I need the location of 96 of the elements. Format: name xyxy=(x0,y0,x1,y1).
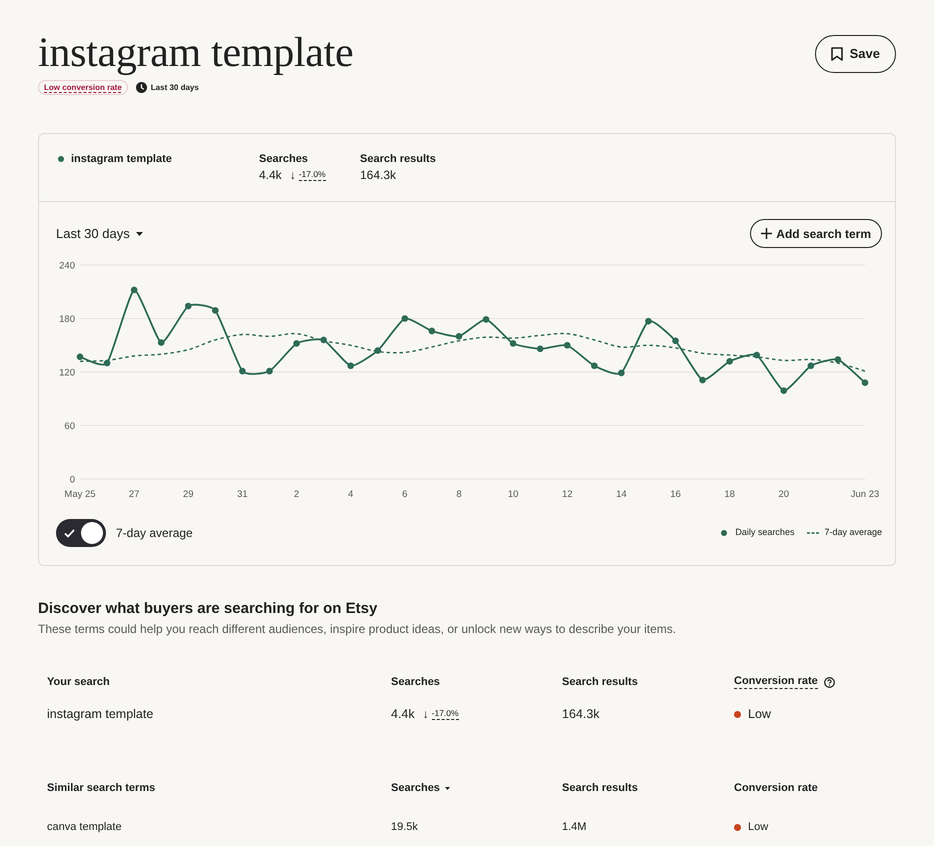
plus-icon xyxy=(761,228,772,239)
term-name: instagram template xyxy=(71,152,172,166)
data-point xyxy=(130,286,138,294)
conversion-badge[interactable]: Low conversion rate xyxy=(38,80,128,95)
data-point xyxy=(536,346,544,352)
x-axis-label: 10 xyxy=(508,489,518,500)
x-axis-label: 31 xyxy=(237,489,248,500)
sort-header[interactable]: Searches xyxy=(391,780,562,796)
column-header: Similar search terms xyxy=(47,780,156,796)
data-point xyxy=(591,362,598,370)
x-axis-label: 16 xyxy=(670,489,681,500)
data-point xyxy=(158,339,164,346)
data-point xyxy=(374,347,382,354)
data-point xyxy=(76,354,84,360)
data-point xyxy=(482,316,490,323)
column-header: Searches xyxy=(391,674,441,690)
data-point xyxy=(862,379,868,386)
caret-down-icon xyxy=(136,232,143,236)
y-axis-label: 180 xyxy=(59,314,75,325)
data-point xyxy=(347,362,354,370)
data-point xyxy=(618,370,625,376)
data-point xyxy=(184,302,192,310)
bookmark-icon xyxy=(830,47,843,61)
column-header: Search results xyxy=(562,780,639,796)
clock-icon xyxy=(136,82,147,93)
data-point xyxy=(645,318,652,324)
searches-cell: 4.4k xyxy=(391,707,415,721)
data-point xyxy=(699,376,706,384)
search-term-cell[interactable]: canva template xyxy=(47,820,122,834)
data-point xyxy=(834,356,842,363)
check-icon xyxy=(64,529,75,538)
x-axis-label: 27 xyxy=(128,489,140,500)
x-axis-label: 20 xyxy=(778,489,790,500)
column-header: Search results xyxy=(562,674,639,690)
legend-label: 7-day average xyxy=(824,526,882,540)
stat-change: -17.0% xyxy=(298,169,326,181)
data-point xyxy=(239,368,246,374)
caret-down-icon xyxy=(444,786,450,790)
column-header: Conversion rate xyxy=(734,780,819,796)
x-axis-label: 12 xyxy=(562,489,573,500)
y-axis-label: 0 xyxy=(70,474,75,486)
stat-value: 4.4k xyxy=(259,168,282,182)
data-point xyxy=(672,338,679,344)
toggle-knob xyxy=(81,522,103,544)
x-axis-label: May 25 xyxy=(64,489,96,500)
page-title: instagram template xyxy=(38,31,354,76)
period-label: Last 30 days xyxy=(150,82,199,94)
data-point xyxy=(510,340,516,347)
data-point xyxy=(320,336,327,344)
stat-label: Searches xyxy=(259,152,309,166)
search-term-cell[interactable]: instagram template xyxy=(47,707,154,721)
column-header[interactable]: Conversion rate xyxy=(734,675,818,689)
conversion-cell: Low xyxy=(748,820,768,834)
data-point xyxy=(104,360,110,366)
legend-dash-icon xyxy=(807,532,820,534)
data-point xyxy=(266,368,273,374)
x-axis-label: Jun 23 xyxy=(850,489,880,500)
y-axis-label: 240 xyxy=(59,260,75,272)
data-point xyxy=(780,387,788,394)
data-point xyxy=(753,352,760,358)
section-title: Discover what buyers are searching for on Etsy xyxy=(38,599,378,619)
results-cell: 164.3k xyxy=(562,707,600,721)
range-dropdown[interactable]: Last 30 days xyxy=(56,226,143,242)
add-search-term-button[interactable]: Add search term xyxy=(750,219,882,248)
average-toggle[interactable] xyxy=(56,519,106,547)
help-icon[interactable] xyxy=(824,676,835,688)
searches-change: -17.0% xyxy=(432,708,459,720)
data-point xyxy=(808,362,814,370)
y-axis-label: 120 xyxy=(59,367,75,378)
section-subtitle: These terms could help you reach different audiences, inspire product ideas, or unlock new ways to describe your items. xyxy=(38,621,678,637)
data-point xyxy=(564,342,571,349)
data-point xyxy=(402,315,408,322)
y-axis-label: 60 xyxy=(64,420,75,432)
save-button[interactable]: Save xyxy=(814,35,896,73)
conversion-cell: Low xyxy=(748,707,771,721)
trend-arrow: ↓ xyxy=(290,168,296,182)
x-axis-label: 6 xyxy=(402,489,408,500)
results-cell: 1.4M xyxy=(562,820,586,834)
data-point xyxy=(293,340,300,347)
legend-label: Daily searches xyxy=(735,526,794,540)
trend-arrow: ↓ xyxy=(422,707,429,721)
searches-cell: 19.5k xyxy=(391,820,418,834)
data-point xyxy=(428,328,436,334)
data-point xyxy=(456,333,462,340)
x-axis-label: 8 xyxy=(456,489,462,500)
x-axis-label: 29 xyxy=(182,489,194,500)
x-axis-label: 2 xyxy=(294,489,300,500)
x-axis-label: 4 xyxy=(348,489,354,500)
x-axis-label: 18 xyxy=(724,489,735,500)
column-header: Your search xyxy=(47,674,111,690)
stat-value: 164.3k xyxy=(360,168,396,182)
data-point xyxy=(726,358,733,365)
toggle-label: 7-day average xyxy=(116,525,193,542)
stat-label: Search results xyxy=(360,152,437,166)
data-point xyxy=(212,307,219,314)
x-axis-label: 14 xyxy=(616,489,627,500)
